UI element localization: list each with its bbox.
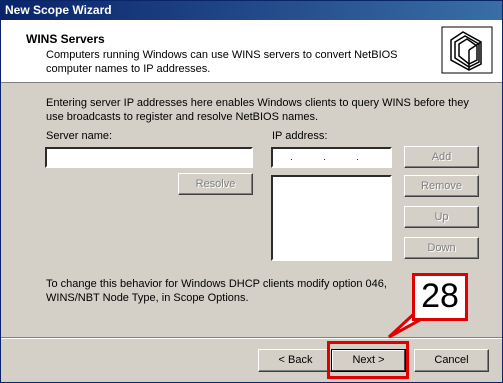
footer-text: To change this behavior for Windows DHCP… xyxy=(46,278,387,304)
step-number-badge: 28 xyxy=(412,273,468,321)
cancel-button[interactable]: Cancel xyxy=(414,349,489,372)
page-subtitle: Computers running Windows can use WINS s… xyxy=(46,49,398,75)
server-name-input[interactable] xyxy=(45,147,253,168)
window-title: New Scope Wizard xyxy=(5,3,112,17)
resolve-button[interactable]: Resolve xyxy=(178,173,253,195)
back-button[interactable]: < Back xyxy=(258,349,333,372)
remove-button[interactable]: Remove xyxy=(404,175,479,197)
wizard-header: WINS Servers Computers running Windows c… xyxy=(1,20,502,83)
next-button-highlight xyxy=(327,341,409,379)
add-button[interactable]: Add xyxy=(404,146,479,168)
ip-address-value: . . . xyxy=(290,152,373,162)
wins-server-list[interactable] xyxy=(271,175,392,261)
ip-address-label: IP address: xyxy=(272,130,328,142)
intro-text: Entering server IP addresses here enable… xyxy=(46,97,469,123)
page-title: WINS Servers xyxy=(26,32,105,46)
folders-icon xyxy=(441,26,493,74)
server-name-label: Server name: xyxy=(46,130,113,142)
up-button[interactable]: Up xyxy=(404,206,479,228)
wizard-window: New Scope Wizard WINS Servers Computers … xyxy=(0,0,503,383)
title-bar: New Scope Wizard xyxy=(1,1,502,20)
ip-address-input[interactable]: . . . xyxy=(271,147,392,168)
down-button[interactable]: Down xyxy=(404,237,479,259)
